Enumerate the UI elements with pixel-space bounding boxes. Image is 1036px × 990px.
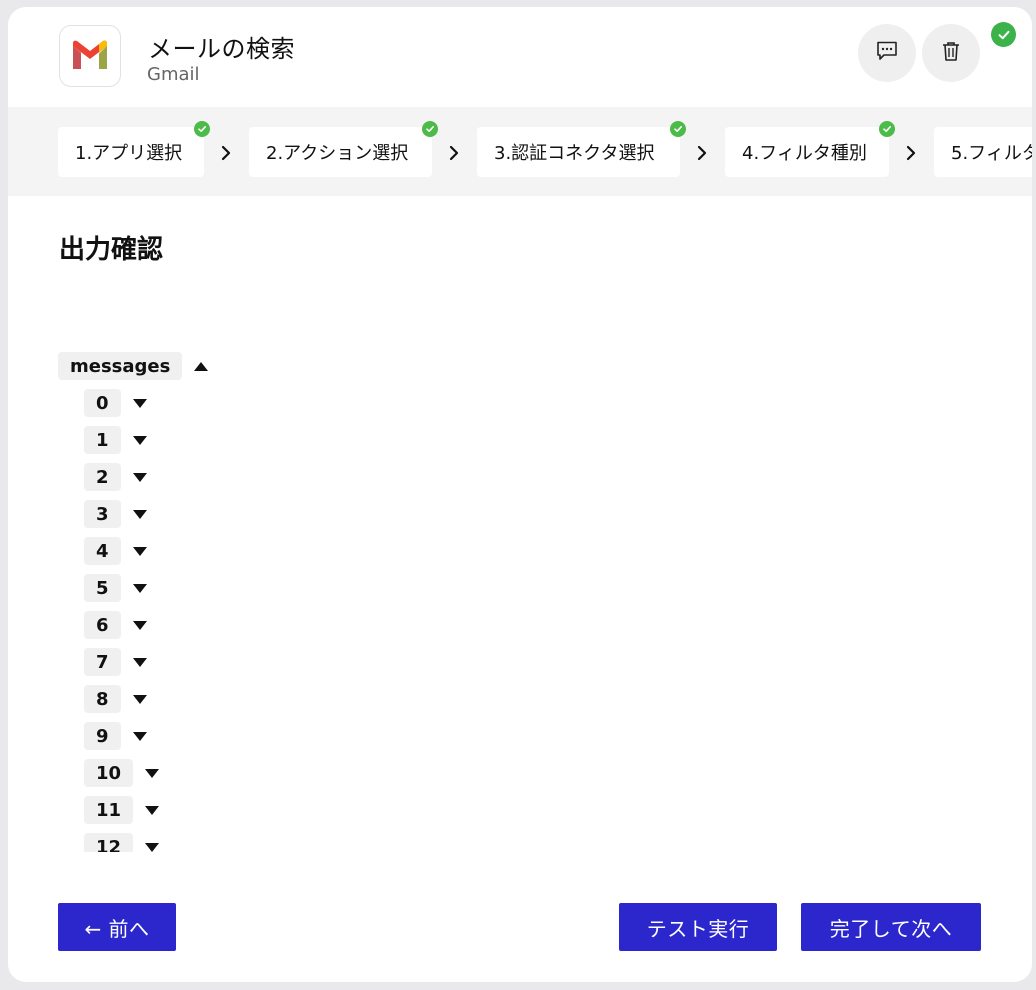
tree-node-label[interactable]: 10 bbox=[84, 759, 134, 787]
caret-down-icon[interactable] bbox=[132, 435, 147, 445]
caret-down-icon[interactable] bbox=[145, 768, 160, 778]
chevron-right-icon bbox=[903, 143, 919, 163]
tree-node-label[interactable]: 9 bbox=[84, 722, 121, 750]
output-tree: messages 0 1 2 3 4 5 6 7 8 9 10 11 12 bbox=[8, 347, 1032, 852]
app-title: メールの検索 bbox=[148, 35, 295, 63]
step-label: 2.アクション選択 bbox=[266, 143, 409, 164]
tree-root[interactable]: messages bbox=[58, 352, 209, 380]
tree-node-label[interactable]: 12 bbox=[84, 833, 134, 852]
tree-node[interactable]: 7 bbox=[84, 648, 147, 676]
chevron-right-icon bbox=[218, 143, 234, 163]
caret-up-icon[interactable] bbox=[194, 361, 209, 371]
caret-down-icon[interactable] bbox=[132, 694, 147, 704]
complete-next-button[interactable]: 完了して次へ bbox=[801, 903, 981, 951]
test-run-button[interactable]: テスト実行 bbox=[619, 903, 777, 951]
caret-down-icon[interactable] bbox=[145, 842, 160, 852]
chevron-right-icon bbox=[694, 143, 710, 163]
caret-down-icon[interactable] bbox=[145, 805, 160, 815]
tree-node[interactable]: 8 bbox=[84, 685, 147, 713]
tree-node-label[interactable]: 8 bbox=[84, 685, 121, 713]
task-card: メールの検索 Gmail 1.アプリ選択 2.アクション選択 3.認証コネクタ選… bbox=[8, 7, 1032, 982]
check-icon bbox=[670, 121, 686, 137]
delete-button[interactable] bbox=[922, 24, 980, 82]
tree-node[interactable]: 3 bbox=[84, 500, 147, 528]
caret-down-icon[interactable] bbox=[132, 509, 147, 519]
step-1[interactable]: 1.アプリ選択 bbox=[58, 121, 210, 177]
tree-node-label[interactable]: 4 bbox=[84, 537, 121, 565]
comment-button[interactable] bbox=[858, 24, 916, 82]
tree-node-label[interactable]: 0 bbox=[84, 389, 121, 417]
tree-node-label[interactable]: messages bbox=[58, 352, 183, 380]
check-icon bbox=[422, 121, 438, 137]
trash-icon bbox=[942, 41, 960, 65]
prev-button[interactable]: ← 前へ bbox=[58, 903, 176, 951]
step-5[interactable]: 5.フィルタ bbox=[934, 127, 1032, 177]
caret-down-icon[interactable] bbox=[132, 657, 147, 667]
tree-node-label[interactable]: 5 bbox=[84, 574, 121, 602]
section-title: 出力確認 bbox=[59, 235, 164, 265]
caret-down-icon[interactable] bbox=[132, 398, 147, 408]
tree-node[interactable]: 9 bbox=[84, 722, 147, 750]
step-3[interactable]: 3.認証コネクタ選択 bbox=[477, 121, 686, 177]
tree-node[interactable]: 5 bbox=[84, 574, 147, 602]
step-label: 5.フィルタ bbox=[951, 143, 1032, 164]
tree-node[interactable]: 10 bbox=[84, 759, 160, 787]
steps-bar: 1.アプリ選択 2.アクション選択 3.認証コネクタ選択 4.フィルタ種別 5.… bbox=[8, 107, 1032, 196]
check-circle-icon bbox=[991, 22, 1016, 47]
tree-node-label[interactable]: 1 bbox=[84, 426, 121, 454]
caret-down-icon[interactable] bbox=[132, 472, 147, 482]
check-icon bbox=[879, 121, 895, 137]
tree-node-label[interactable]: 11 bbox=[84, 796, 134, 824]
step-4[interactable]: 4.フィルタ種別 bbox=[725, 121, 895, 177]
caret-down-icon[interactable] bbox=[132, 731, 147, 741]
step-label: 4.フィルタ種別 bbox=[742, 143, 867, 164]
comment-icon bbox=[876, 41, 898, 65]
tree-node[interactable]: 2 bbox=[84, 463, 147, 491]
chevron-right-icon bbox=[446, 143, 462, 163]
check-icon bbox=[194, 121, 210, 137]
tree-node-label[interactable]: 7 bbox=[84, 648, 121, 676]
app-subtitle: Gmail bbox=[147, 64, 200, 85]
caret-down-icon[interactable] bbox=[132, 583, 147, 593]
tree-node[interactable]: 11 bbox=[84, 796, 160, 824]
tree-node[interactable]: 4 bbox=[84, 537, 147, 565]
tree-node-label[interactable]: 6 bbox=[84, 611, 121, 639]
step-label: 1.アプリ選択 bbox=[75, 143, 183, 164]
tree-node[interactable]: 1 bbox=[84, 426, 147, 454]
tree-node-label[interactable]: 2 bbox=[84, 463, 121, 491]
step-2[interactable]: 2.アクション選択 bbox=[249, 121, 438, 177]
caret-down-icon[interactable] bbox=[132, 546, 147, 556]
caret-down-icon[interactable] bbox=[132, 620, 147, 630]
gmail-logo-icon bbox=[59, 25, 121, 87]
tree-node[interactable]: 0 bbox=[84, 389, 147, 417]
tree-node[interactable]: 6 bbox=[84, 611, 147, 639]
step-label: 3.認証コネクタ選択 bbox=[494, 143, 655, 164]
tree-node[interactable]: 12 bbox=[84, 833, 160, 852]
tree-node-label[interactable]: 3 bbox=[84, 500, 121, 528]
